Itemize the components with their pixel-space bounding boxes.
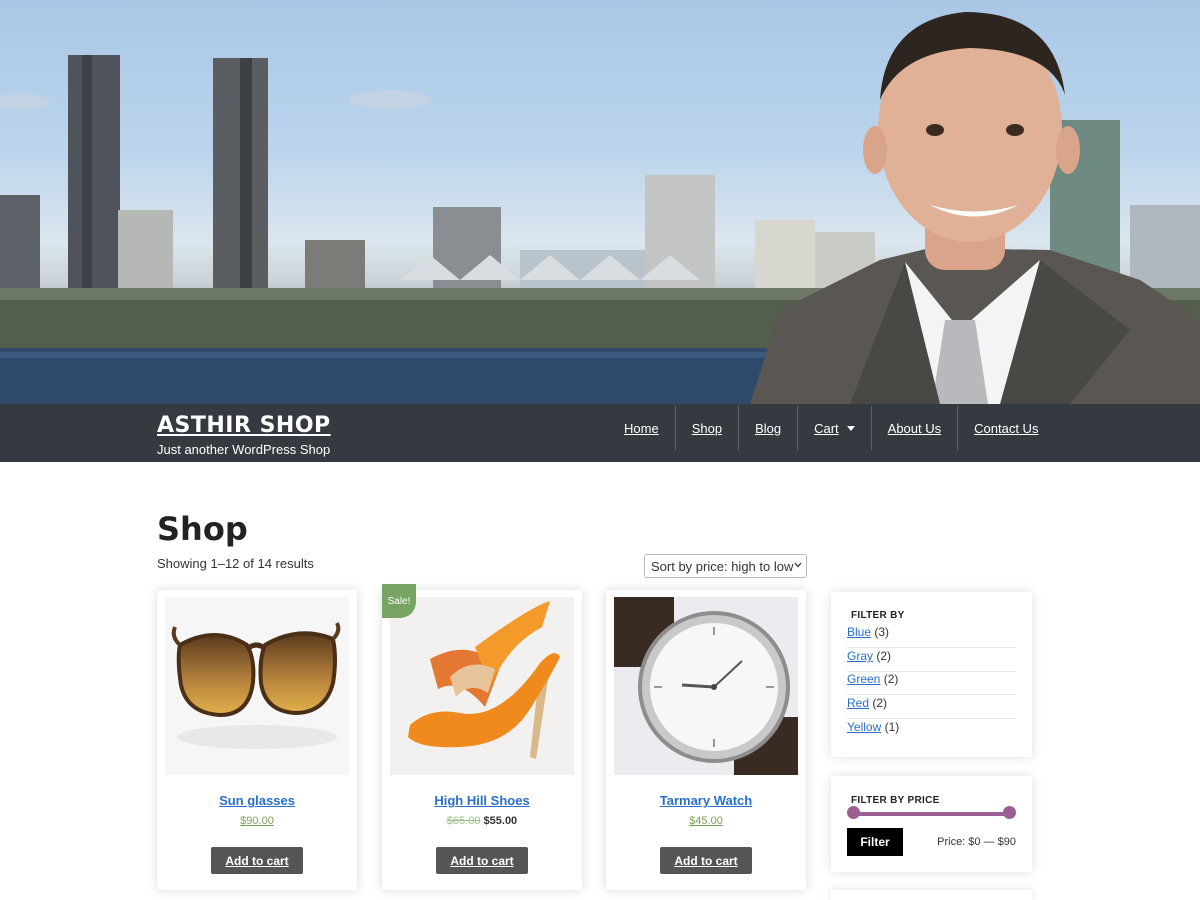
product-image-link[interactable] [390, 597, 574, 775]
add-to-cart-button[interactable]: Add to cart [436, 847, 528, 874]
filter-option: Green (2) [847, 672, 1016, 695]
filter-option-link[interactable]: Blue [847, 625, 871, 639]
nav-item-cart[interactable]: Cart [798, 406, 872, 450]
city-skyline-illustration [0, 12, 1200, 404]
filter-option-count: (2) [876, 649, 892, 663]
filter-by-price-widget: FILTER BY PRICE Filter Price: $0 — $90 [831, 776, 1032, 872]
sale-badge: Sale! [382, 584, 416, 618]
filter-option-count: (2) [883, 672, 899, 686]
price-slider-range [853, 812, 1010, 816]
nav-item-shop[interactable]: Shop [676, 406, 740, 450]
product-title-link[interactable]: Sun glasses [157, 793, 357, 808]
nav-item-contact-us[interactable]: Contact Us [958, 406, 1054, 450]
high-heel-shoe-icon [408, 601, 560, 759]
product-card: Tarmary Watch $45.00 Add to cart [606, 590, 806, 890]
page-title: Shop [157, 510, 248, 548]
site-title-link[interactable]: ASTHIR SHOP [157, 413, 331, 438]
sort-dropdown[interactable]: Sort by price: high to low [644, 554, 807, 578]
product-image-link[interactable] [165, 597, 349, 775]
product-price: $45.00 [606, 815, 806, 827]
result-count: Showing 1–12 of 14 results [157, 556, 314, 571]
header-banner-image [0, 0, 1200, 404]
add-to-cart-button[interactable]: Add to cart [660, 847, 752, 874]
price-slider-max-handle[interactable] [1003, 806, 1016, 819]
filter-option-count: (1) [884, 720, 900, 734]
filter-button[interactable]: Filter [847, 828, 903, 856]
caret-down-icon[interactable] [846, 425, 855, 431]
filter-by-color-widget: FILTER BY Blue (3) Gray (2) Green (2) Re… [831, 592, 1032, 757]
add-to-cart-button[interactable]: Add to cart [211, 847, 303, 874]
price-amount: $45.00 [689, 815, 723, 827]
filter-option-count: (3) [874, 625, 890, 639]
wristwatch-icon [614, 597, 798, 775]
filter-option-link[interactable]: Yellow [847, 720, 881, 734]
product-price: $65.00 $55.00 [382, 815, 582, 827]
sunglasses-icon [171, 622, 341, 749]
product-image-link[interactable] [614, 597, 798, 775]
primary-menu: Home Shop Blog Cart About Us Contact Us [608, 404, 1054, 462]
sale-price: $55.00 [483, 815, 518, 827]
filter-option-link[interactable]: Gray [847, 649, 873, 663]
chevron-down-icon [794, 562, 802, 568]
price-range-label: Price: $0 — $90 [937, 836, 1016, 848]
filter-option: Blue (3) [847, 625, 1016, 648]
regular-price: $65.00 [446, 815, 481, 827]
filter-option: Gray (2) [847, 649, 1016, 672]
filter-option-link[interactable]: Green [847, 672, 880, 686]
product-title-link[interactable]: High Hill Shoes [382, 793, 582, 808]
nav-item-cart-label: Cart [814, 420, 839, 436]
nav-item-about-us[interactable]: About Us [872, 406, 959, 450]
price-amount: $90.00 [240, 815, 274, 827]
filter-option-count: (2) [872, 696, 888, 710]
filter-option-link[interactable]: Red [847, 696, 869, 710]
site-tagline: Just another WordPress Shop [157, 442, 331, 457]
main-navigation-bar: ASTHIR SHOP Just another WordPress Shop … [0, 404, 1200, 462]
widget-title: FILTER BY [851, 610, 905, 621]
product-price: $90.00 [157, 815, 357, 827]
nav-item-blog[interactable]: Blog [739, 406, 799, 450]
filter-option: Yellow (1) [847, 720, 1016, 743]
product-card: Sun glasses $90.00 Add to cart [157, 590, 357, 890]
product-card: Sale! High Hill Shoes $65.00 $55.00 Add … [382, 584, 582, 890]
filter-option: Red (2) [847, 696, 1016, 719]
product-title-link[interactable]: Tarmary Watch [606, 793, 806, 808]
nav-item-home[interactable]: Home [608, 406, 676, 450]
price-slider-min-handle[interactable] [847, 806, 860, 819]
sort-dropdown-value: Sort by price: high to low [651, 559, 794, 574]
widget-title: FILTER BY PRICE [851, 795, 940, 806]
sidebar-widget [831, 890, 1032, 900]
